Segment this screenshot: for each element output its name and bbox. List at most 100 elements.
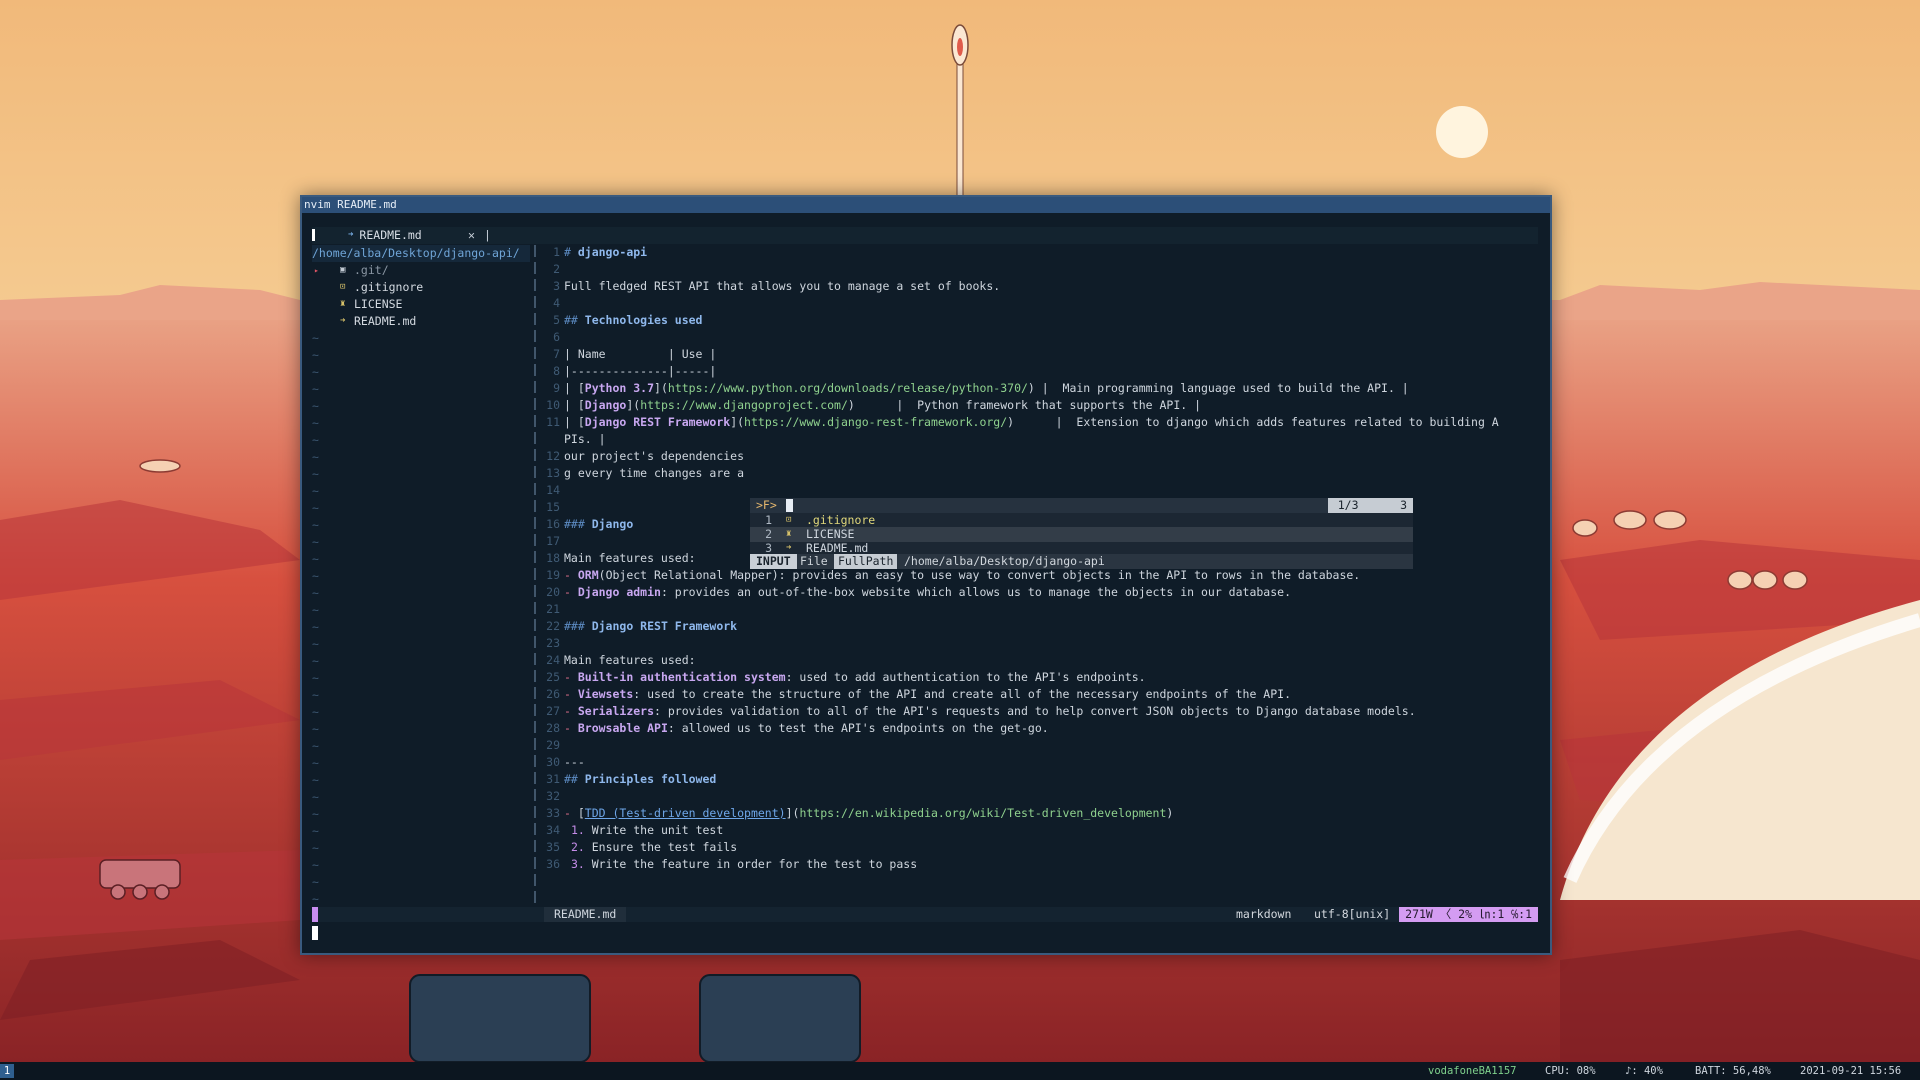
line-number: 21 [546, 602, 560, 616]
line-number: 22 [546, 619, 560, 633]
workspace-indicator[interactable]: 1 [0, 1064, 14, 1078]
git-icon: ⊡ [786, 515, 792, 525]
line-number: 28 [546, 721, 560, 735]
empty-line-marker: ~ [312, 433, 319, 447]
empty-line-marker: ~ [312, 484, 319, 498]
buffer-line: - Viewsets: used to create the structure… [564, 687, 1291, 701]
line-number: 24 [546, 653, 560, 667]
empty-line-marker: ~ [312, 552, 319, 566]
buffer-line: | [Python 3.7](https://www.python.org/do… [564, 381, 1409, 395]
finder-result-index: 1 [765, 513, 772, 527]
buffer-line: Main features used: [564, 653, 696, 667]
statusline-encoding: utf-8[unix] [1314, 907, 1391, 921]
finder-result-label: .gitignore [806, 513, 876, 527]
empty-line-marker: ~ [312, 790, 319, 804]
finder-source-file[interactable]: File [796, 554, 832, 569]
buffer-line: g every time changes are a [564, 466, 745, 480]
line-number: 20 [546, 585, 560, 599]
empty-line-marker: ~ [312, 467, 319, 481]
markdown-icon: ➜ [340, 316, 346, 326]
empty-line-marker: ~ [312, 858, 319, 872]
tree-root-path[interactable]: /home/alba/Desktop/django-api/ [312, 245, 530, 262]
line-number: 9 [553, 381, 560, 395]
fuzzy-finder-popup[interactable]: >F> 1/3 3 1 ⊡ .gitignore 2 ♜ LICENSE 3 ➜… [750, 498, 1413, 569]
file-tree: /home/alba/Desktop/django-api/ ▸ ▣ .git/… [312, 245, 530, 908]
buffer-line: --- [564, 755, 585, 769]
mode-indicator [312, 907, 318, 922]
line-number: 17 [546, 534, 560, 548]
line-number: 30 [546, 755, 560, 769]
line-number: 11 [546, 415, 560, 429]
tree-item-license[interactable]: ♜ LICENSE [312, 296, 530, 313]
line-number: 26 [546, 687, 560, 701]
line-number: 15 [546, 500, 560, 514]
empty-line-marker: ~ [312, 535, 319, 549]
buffer-line: - [TDD (Test-driven development)](https:… [564, 806, 1174, 820]
buffer-line: 2. Ensure the test fails [570, 840, 738, 854]
empty-line-marker: ~ [312, 450, 319, 464]
nvim-window[interactable]: nvim README.md ➜ README.md ✕ | /home/alb… [300, 195, 1552, 955]
tree-item-readme[interactable]: ➜ README.md [312, 313, 530, 330]
window-title: nvim README.md [302, 197, 1550, 213]
finder-statusline: INPUT File FullPath /home/alba/Desktop/d… [750, 554, 1413, 569]
empty-line-marker: ~ [312, 875, 319, 889]
tree-item-gitignore[interactable]: ⊡ .gitignore [312, 279, 530, 296]
empty-line-marker: ~ [312, 416, 319, 430]
volume-status: ♪: 40% [1625, 1065, 1663, 1077]
tabline-cursor [312, 229, 315, 241]
tabline: ➜ README.md ✕ | [312, 227, 1538, 244]
line-number: 31 [546, 772, 560, 786]
finder-result[interactable]: 2 ♜ LICENSE [750, 527, 1413, 542]
line-number: 2 [553, 262, 560, 276]
line-number: 32 [546, 789, 560, 803]
line-number: 1 [553, 245, 560, 259]
empty-line-marker: ~ [312, 824, 319, 838]
empty-line-marker: ~ [312, 807, 319, 821]
tab-separator: | [484, 228, 491, 242]
buffer-line: | [Django](https://www.djangoproject.com… [564, 398, 1202, 412]
finder-count-total: 3 [1400, 498, 1407, 512]
buffer-line: PIs. | [564, 432, 606, 446]
wifi-status: vodafoneBA1157 [1428, 1065, 1517, 1077]
window-split-border [534, 245, 536, 905]
finder-result[interactable]: 1 ⊡ .gitignore [750, 513, 1413, 528]
statusline-position: 271W 〈 2% ㏑:1 ℅:1 [1399, 907, 1538, 922]
tree-empty-lines: ~ ~ ~ ~ ~ ~ ~ ~ ~ ~ ~ ~ ~ ~ ~ ~ ~ ~ ~ ~ ~ ~ ~ ~ ~ ~ ~ ~ ~ ~ ~ ~ ~ ~ [312, 330, 530, 908]
statusline: README.md markdown utf-8[unix] 271W 〈 2%… [312, 907, 1538, 922]
empty-line-marker: ~ [312, 569, 319, 583]
buffer-line: - Django admin: provides an out-of-the-b… [564, 585, 1291, 599]
battery-status: BATT: 56,48% [1695, 1065, 1771, 1077]
line-number: 36 [546, 857, 560, 871]
empty-line-marker: ~ [312, 773, 319, 787]
line-number: 29 [546, 738, 560, 752]
empty-line-marker: ~ [312, 722, 319, 736]
finder-prompt-label: >F> [756, 498, 777, 512]
line-number: 6 [553, 330, 560, 344]
command-line[interactable] [312, 925, 1538, 941]
close-icon[interactable]: ✕ [468, 227, 475, 244]
finder-result-label: LICENSE [806, 527, 855, 541]
line-number: 5 [553, 313, 560, 327]
cmdline-cursor [312, 926, 318, 940]
editor-buffer[interactable]: 1 # django-api 2 3 Full fledged REST API tha… [538, 245, 1538, 905]
finder-path: /home/alba/Desktop/django-api [904, 554, 1105, 568]
empty-line-marker: ~ [312, 705, 319, 719]
buffer-line: ## Principles followed [564, 772, 717, 786]
finder-cursor [786, 499, 793, 512]
line-number: 19 [546, 568, 560, 582]
finder-source-fullpath[interactable]: FullPath [834, 554, 898, 569]
tab-readme[interactable]: ➜ README.md [348, 227, 422, 244]
tree-item-git[interactable]: ▸ ▣ .git/ [312, 262, 530, 279]
empty-line-marker: ~ [312, 399, 319, 413]
buffer-line: | Name | Use | [564, 347, 717, 361]
line-number: 8 [553, 364, 560, 378]
finder-mode: INPUT [750, 554, 797, 569]
buffer-line: - Built-in authentication system: used t… [564, 670, 1146, 684]
line-number: 7 [553, 347, 560, 361]
buffer-line: Full fledged REST API that allows you to… [564, 279, 1001, 293]
statusline-filename: README.md [544, 907, 627, 922]
buffer-line: - Serializers: provides validation to al… [564, 704, 1416, 718]
buffer-line: - Browsable API: allowed us to test the … [564, 721, 1049, 735]
finder-input[interactable]: >F> 1/3 3 [750, 498, 1413, 513]
buffer-line: 1. Write the unit test [570, 823, 724, 837]
